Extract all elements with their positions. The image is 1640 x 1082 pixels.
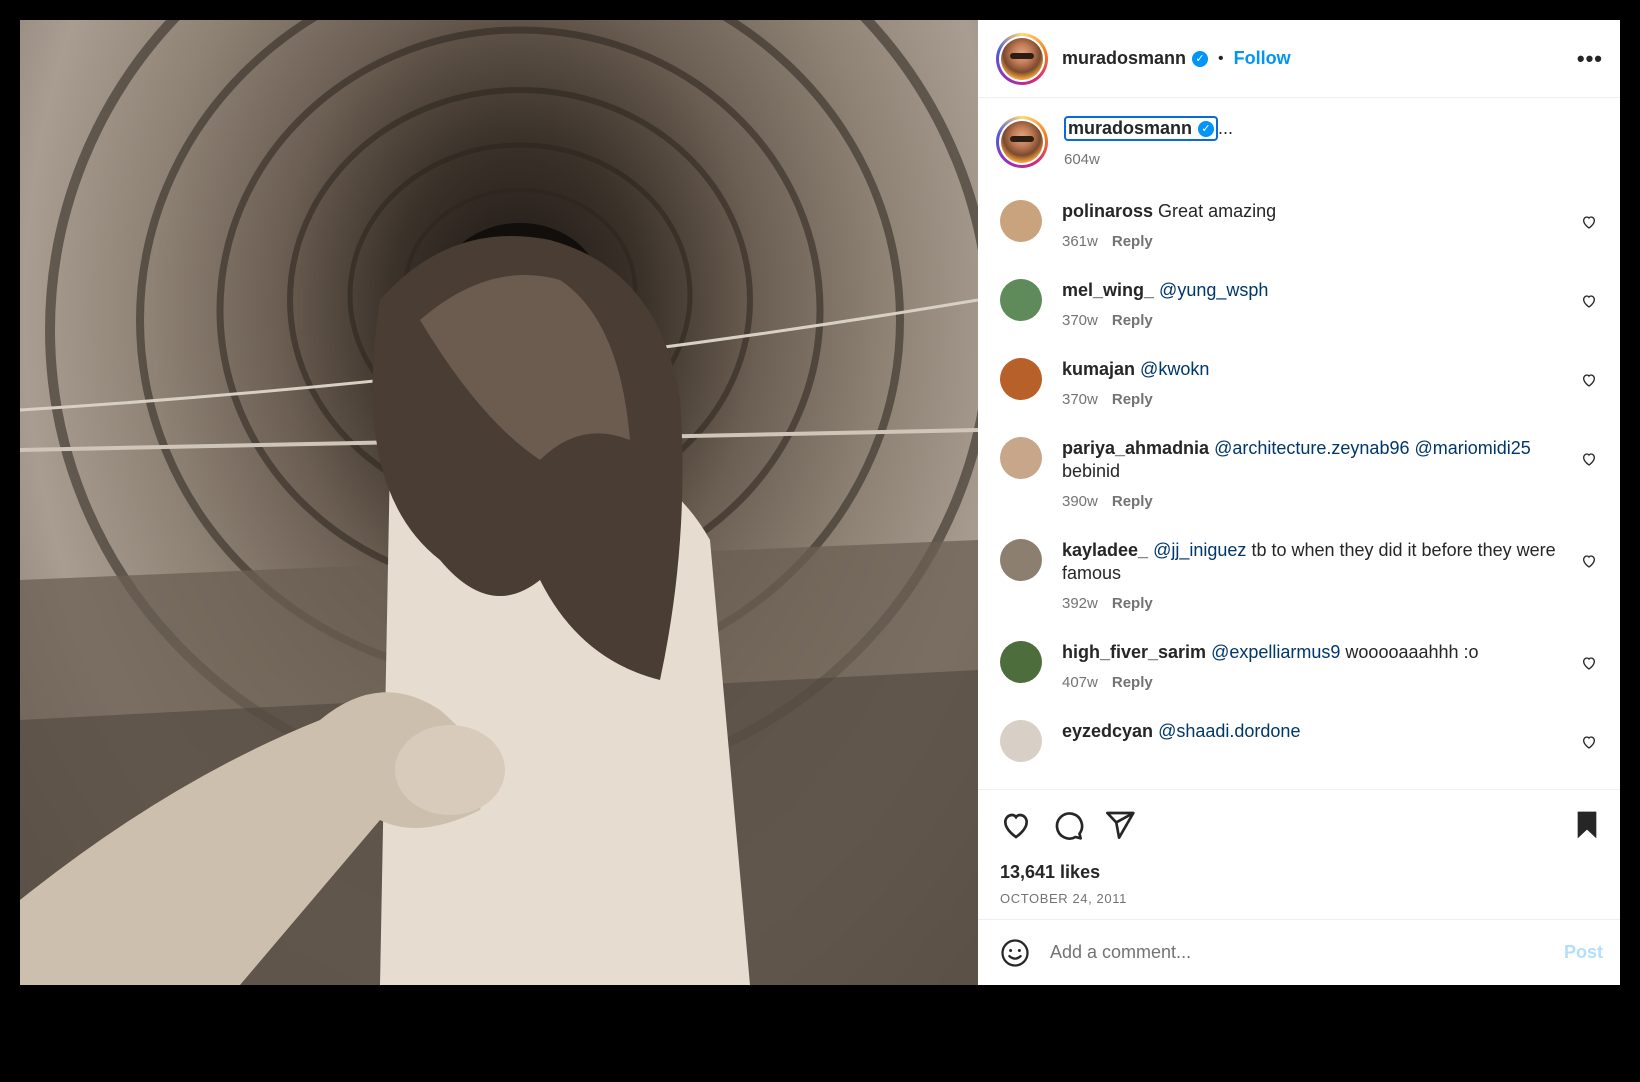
heart-icon[interactable] bbox=[1581, 451, 1597, 467]
caption-ellipsis: ... bbox=[1218, 118, 1234, 138]
heart-icon[interactable] bbox=[1581, 214, 1597, 230]
comment-item: kumajan @kwokn 370w Reply bbox=[996, 358, 1603, 408]
comment-item: eyzedcyan @shaadi.dordone bbox=[996, 720, 1603, 762]
comment-username[interactable]: high_fiver_sarim bbox=[1062, 642, 1206, 662]
share-icon[interactable] bbox=[1104, 809, 1136, 841]
comment-mention[interactable]: @architecture.zeynab96 @mariomidi25 bbox=[1214, 438, 1531, 458]
author-avatar[interactable] bbox=[996, 32, 1048, 85]
comment-text: Great amazing bbox=[1158, 201, 1277, 221]
comment-avatar[interactable] bbox=[1000, 641, 1042, 683]
heart-icon[interactable] bbox=[1581, 553, 1597, 569]
comment-age: 407w bbox=[1062, 674, 1098, 691]
reply-button[interactable]: Reply bbox=[1112, 391, 1153, 408]
reply-button[interactable]: Reply bbox=[1112, 493, 1153, 510]
caption: muradosmann ✓ ... 604w bbox=[996, 116, 1603, 168]
comment-age: 390w bbox=[1062, 493, 1098, 510]
comment-avatar[interactable] bbox=[1000, 279, 1042, 321]
add-comment-input[interactable] bbox=[1050, 942, 1564, 963]
verified-badge-icon: ✓ bbox=[1192, 50, 1209, 67]
emoji-icon[interactable] bbox=[1000, 938, 1030, 968]
comment-avatar[interactable] bbox=[1000, 720, 1042, 762]
comment-username[interactable]: kumajan bbox=[1062, 359, 1135, 379]
verified-badge-icon: ✓ bbox=[1198, 120, 1215, 137]
separator-dot: • bbox=[1218, 49, 1224, 67]
comment-avatar[interactable] bbox=[1000, 539, 1042, 581]
caption-age: 604w bbox=[1064, 151, 1100, 168]
comment-age: 370w bbox=[1062, 312, 1098, 329]
comment-username[interactable]: eyzedcyan bbox=[1062, 721, 1153, 741]
comments-list[interactable]: muradosmann ✓ ... 604w polinaross Great … bbox=[978, 98, 1620, 789]
heart-icon[interactable] bbox=[1000, 809, 1032, 841]
comment-mention[interactable]: @expelliarmus9 bbox=[1211, 642, 1340, 662]
follow-button[interactable]: Follow bbox=[1234, 48, 1291, 69]
comment-text: wooooaaahhh :o bbox=[1345, 642, 1479, 662]
reply-button[interactable]: Reply bbox=[1112, 674, 1153, 691]
comment-username[interactable]: polinaross bbox=[1062, 201, 1153, 221]
comment-age: 392w bbox=[1062, 595, 1098, 612]
comment-item: pariya_ahmadnia @architecture.zeynab96 @… bbox=[996, 437, 1603, 510]
comment-username[interactable]: kayladee_ bbox=[1062, 540, 1148, 560]
likes-count[interactable]: 13,641 likes bbox=[1000, 862, 1603, 883]
comment-item: polinaross Great amazing 361w Reply bbox=[996, 200, 1603, 250]
post-photo bbox=[20, 20, 978, 985]
post-date: OCTOBER 24, 2011 bbox=[1000, 891, 1127, 906]
comment-username[interactable]: mel_wing_ bbox=[1062, 280, 1154, 300]
heart-icon[interactable] bbox=[1581, 293, 1597, 309]
reply-button[interactable]: Reply bbox=[1112, 312, 1153, 329]
caption-username-focus[interactable]: muradosmann ✓ bbox=[1064, 116, 1219, 141]
caption-username[interactable]: muradosmann bbox=[1068, 118, 1192, 139]
comment-avatar[interactable] bbox=[1000, 200, 1042, 242]
comment-mention[interactable]: @shaadi.dordone bbox=[1158, 721, 1300, 741]
comment-text: bebinid bbox=[1062, 461, 1121, 481]
comment-item: high_fiver_sarim @expelliarmus9 wooooaaa… bbox=[996, 641, 1603, 691]
bookmark-icon[interactable] bbox=[1571, 809, 1603, 841]
more-options-icon[interactable]: ••• bbox=[1577, 46, 1603, 72]
author-username[interactable]: muradosmann bbox=[1062, 48, 1186, 69]
comment-age: 370w bbox=[1062, 391, 1098, 408]
comment-avatar[interactable] bbox=[1000, 358, 1042, 400]
heart-icon[interactable] bbox=[1581, 734, 1597, 750]
comment-username[interactable]: pariya_ahmadnia bbox=[1062, 438, 1209, 458]
comment-avatar[interactable] bbox=[1000, 437, 1042, 479]
photo-illustration bbox=[20, 20, 978, 985]
comment-age: 361w bbox=[1062, 233, 1098, 250]
comment-mention[interactable]: @kwokn bbox=[1140, 359, 1209, 379]
post-comment-button[interactable]: Post bbox=[1564, 942, 1603, 963]
post-side-panel: muradosmann ✓ • Follow ••• muradosmann ✓… bbox=[978, 20, 1620, 985]
action-bar: 13,641 likes OCTOBER 24, 2011 bbox=[978, 789, 1620, 919]
comment-mention[interactable]: @jj_iniguez bbox=[1153, 540, 1246, 560]
comment-mention[interactable]: @yung_wsph bbox=[1159, 280, 1268, 300]
heart-icon[interactable] bbox=[1581, 655, 1597, 671]
comment-item: kayladee_ @jj_iniguez tb to when they di… bbox=[996, 539, 1603, 612]
reply-button[interactable]: Reply bbox=[1112, 595, 1153, 612]
heart-icon[interactable] bbox=[1581, 372, 1597, 388]
post-header: muradosmann ✓ • Follow ••• bbox=[978, 20, 1620, 98]
comment-icon[interactable] bbox=[1052, 809, 1084, 841]
add-comment-bar: Post bbox=[978, 919, 1620, 985]
caption-avatar[interactable] bbox=[996, 116, 1048, 168]
comment-item: mel_wing_ @yung_wsph 370w Reply bbox=[996, 279, 1603, 329]
reply-button[interactable]: Reply bbox=[1112, 233, 1153, 250]
